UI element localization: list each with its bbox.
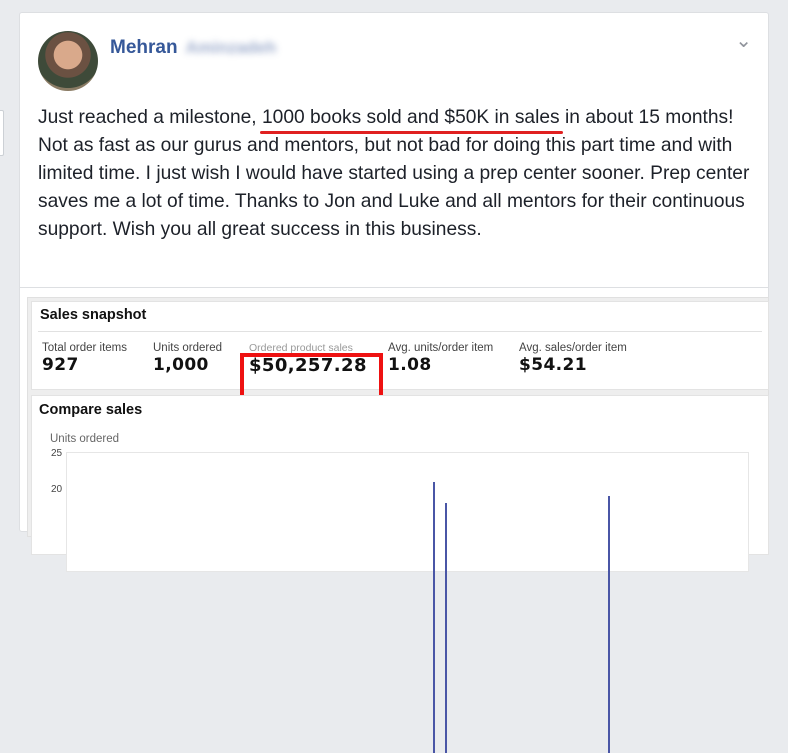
metric-label: Units ordered (153, 342, 223, 354)
chevron-down-icon[interactable]: ⌄ (735, 31, 752, 51)
sales-snapshot-title: Sales snapshot (40, 307, 147, 323)
adjacent-card-edge (0, 110, 4, 156)
red-underline-annotation (259, 131, 563, 134)
metric-value: 1,000 (153, 355, 209, 375)
post-header: Mehran Aminzadeh (110, 37, 276, 59)
chart-bar (608, 496, 610, 753)
metric-value: 927 (42, 355, 79, 375)
chart-bar (445, 503, 447, 753)
metric-value: 1.08 (388, 355, 432, 375)
chart-bar (433, 481, 435, 753)
metric-label: Total order items (42, 342, 128, 354)
author-name-link[interactable]: Mehran (110, 37, 178, 59)
chart-plot-area (66, 452, 749, 753)
metric-avg-sales-per-order-item: Avg. sales/order item $54.21 (519, 342, 627, 375)
avatar[interactable] (38, 31, 98, 91)
y-tick-label: 20 (51, 484, 63, 495)
post-text: Just reached a milestone, 1000 books sol… (38, 104, 763, 244)
snapshot-divider (38, 331, 762, 332)
post-text-highlight-words: 1000 books sold and $50K in sales (261, 107, 560, 128)
post-text-highlight: 1000 books sold and $50K in sales (259, 104, 563, 134)
metric-value: $54.21 (519, 355, 588, 375)
metric-label: Avg. units/order item (388, 342, 494, 354)
post-text-start: Just reached a milestone, (38, 107, 262, 128)
compare-sales-title: Compare sales (39, 402, 143, 418)
y-tick-label: 25 (51, 448, 63, 459)
sales-snapshot-panel: Sales snapshot Total order items 927 Uni… (31, 301, 769, 390)
post-image-screenshot[interactable]: Sales snapshot Total order items 927 Uni… (27, 297, 769, 753)
metric-avg-units-per-order-item: Avg. units/order item 1.08 (388, 342, 493, 375)
author-surname-redacted[interactable]: Aminzadeh (186, 38, 277, 58)
metric-label: Avg. sales/order item (519, 342, 627, 354)
metric-units-ordered: Units ordered 1,000 (153, 342, 222, 375)
divider (20, 287, 768, 288)
compare-sales-panel: Compare sales Units ordered 25 20 (31, 395, 769, 753)
y-axis-label: Units ordered (50, 433, 120, 445)
metric-total-order-items: Total order items 927 (42, 342, 127, 375)
post-card: Mehran Aminzadeh ⌄ Just reached a milest… (19, 12, 769, 753)
